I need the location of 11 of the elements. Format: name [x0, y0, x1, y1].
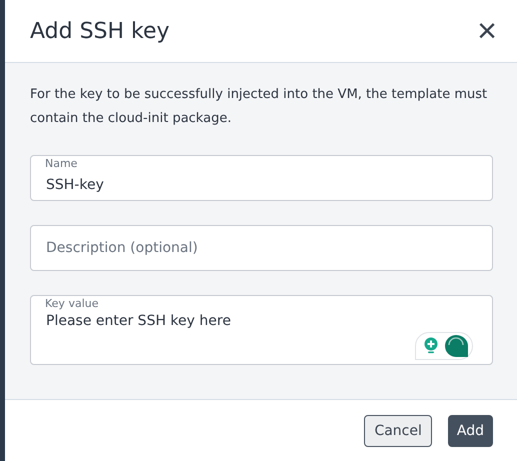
- close-button[interactable]: ×: [477, 14, 497, 48]
- field-label: Key value: [45, 297, 98, 310]
- notice-text: For the key to be successfully injected into the VM, the template must contain the cloud-init package.: [30, 86, 488, 128]
- dialog-title: Add SSH key: [30, 18, 170, 44]
- cancel-button[interactable]: Cancel: [364, 414, 432, 446]
- field-label: Name: [45, 157, 78, 170]
- text-field[interactable]: Description (optional): [30, 225, 493, 271]
- bulb-icon: [424, 337, 438, 355]
- extension-badge[interactable]: [415, 332, 473, 360]
- add-button[interactable]: Add: [448, 414, 493, 446]
- chat-bubble-icon: [444, 335, 468, 357]
